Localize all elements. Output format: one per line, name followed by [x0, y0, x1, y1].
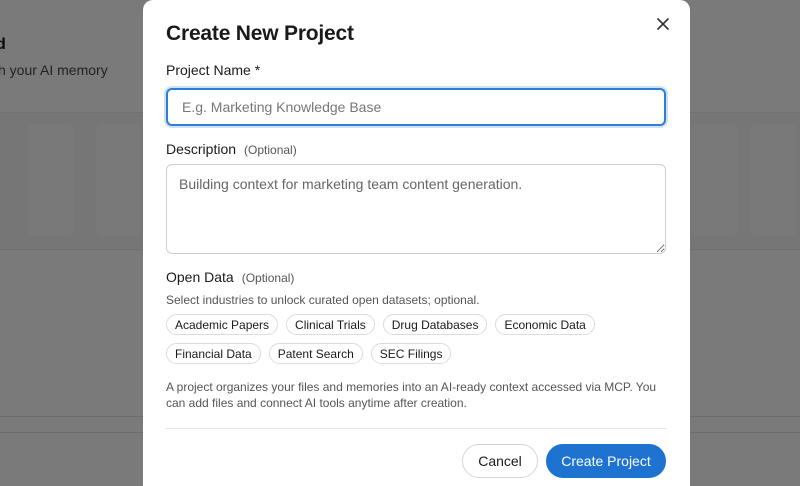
close-icon [657, 18, 669, 30]
description-textarea[interactable] [166, 164, 666, 254]
open-data-chip-list: Academic Papers Clinical Trials Drug Dat… [166, 314, 666, 364]
footer-divider [166, 428, 666, 429]
chip-clinical-trials[interactable]: Clinical Trials [286, 314, 375, 335]
open-data-optional-tag: (Optional) [241, 271, 295, 285]
create-project-dialog: Create New Project Project Name * Descri… [143, 0, 690, 486]
description-optional-tag: (Optional) [244, 143, 297, 157]
project-info-text: A project organizes your files and memor… [166, 380, 657, 410]
description-label: Description [166, 141, 237, 157]
open-data-helper-text: Select industries to unlock curated open… [166, 293, 480, 307]
chip-sec-filings[interactable]: SEC Filings [370, 343, 452, 364]
project-name-input[interactable] [166, 88, 666, 126]
chip-patent-search[interactable]: Patent Search [268, 343, 363, 364]
chip-academic-papers[interactable]: Academic Papers [166, 314, 279, 335]
open-data-label-row: Open Data (Optional) [166, 269, 666, 285]
chip-drug-databases[interactable]: Drug Databases [382, 314, 488, 335]
dialog-title: Create New Project [166, 22, 354, 45]
chip-financial-data[interactable]: Financial Data [166, 343, 261, 364]
chip-economic-data[interactable]: Economic Data [495, 314, 595, 335]
close-button[interactable] [653, 14, 673, 34]
description-label-row: Description (Optional) [166, 141, 666, 157]
create-project-button[interactable]: Create Project [546, 444, 666, 478]
cancel-button[interactable]: Cancel [462, 444, 538, 478]
open-data-label: Open Data [166, 269, 234, 285]
dialog-footer: Cancel Create Project [166, 444, 666, 478]
project-name-label: Project Name * [166, 62, 261, 78]
